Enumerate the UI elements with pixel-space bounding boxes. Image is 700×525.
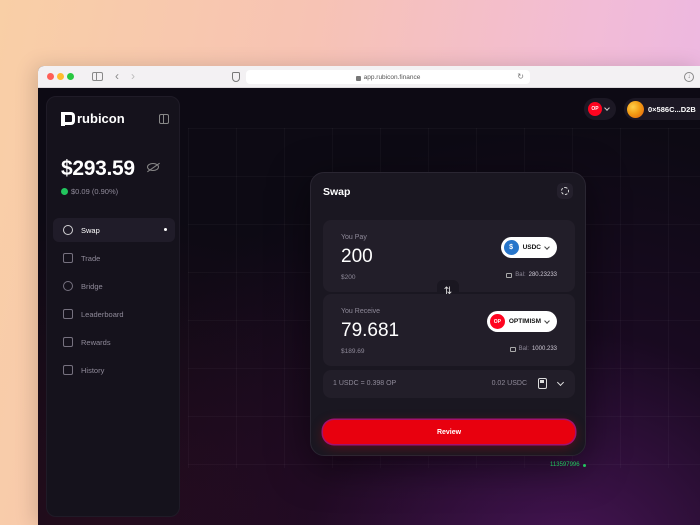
usdc-token-icon xyxy=(503,240,519,255)
chevron-down-icon[interactable] xyxy=(556,378,565,387)
swap-card: Swap You Pay 200 $200 USDC Bal: 280.2323… xyxy=(310,172,586,456)
sidebar-item-label: Rewards xyxy=(81,337,111,347)
browser-window: ‹ › app.rubicon.finance ↻ ↓ rubicon $293… xyxy=(38,66,700,525)
chevron-down-icon xyxy=(544,317,550,324)
pay-token-selector[interactable]: USDC xyxy=(500,237,557,258)
trade-icon xyxy=(63,253,73,263)
review-button[interactable]: Review xyxy=(323,420,575,444)
privacy-shield-icon[interactable] xyxy=(232,72,240,82)
maximize-window-button[interactable] xyxy=(67,73,74,80)
sidebar-item-leaderboard[interactable]: Leaderboard xyxy=(53,302,175,326)
receive-amount-input[interactable]: 79.681 xyxy=(341,320,399,342)
balance-change-value: $0.09 (0.90%) xyxy=(71,187,119,196)
collapse-sidebar-icon[interactable] xyxy=(159,114,169,124)
url-text: app.rubicon.finance xyxy=(363,73,421,81)
receive-token-selector[interactable]: OP OPTIMISM xyxy=(486,311,557,332)
wallet-avatar xyxy=(627,100,644,118)
gas-pump-icon xyxy=(538,378,547,389)
address-bar[interactable]: app.rubicon.finance ↻ xyxy=(246,70,530,84)
pay-token-symbol: USDC xyxy=(522,244,541,251)
active-indicator xyxy=(164,228,167,231)
receive-label: You Receive xyxy=(341,308,381,315)
block-number: 113597996 xyxy=(550,462,580,468)
receive-panel: You Receive 79.681 $189.69 OP OPTIMISM B… xyxy=(323,294,575,366)
hide-balance-icon[interactable] xyxy=(147,163,159,171)
wallet-icon xyxy=(506,272,513,278)
sidebar-item-label: Bridge xyxy=(81,281,103,291)
sidebar: rubicon $293.59 $0.09 (0.90%) Swap Trade xyxy=(46,96,180,517)
portfolio-balance: $293.59 xyxy=(61,157,135,180)
balance-label: Bal: xyxy=(515,272,526,278)
header-actions: OP 0×586C...D2B xyxy=(584,98,700,120)
browser-toolbar: ‹ › app.rubicon.finance ↻ ↓ xyxy=(38,66,700,88)
receive-usd-value: $189.69 xyxy=(341,348,365,355)
history-icon xyxy=(63,365,73,375)
exchange-rate: 1 USDC = 0.398 OP xyxy=(333,380,397,387)
wallet-button[interactable]: 0×586C...D2B xyxy=(624,98,700,120)
swap-icon xyxy=(63,225,73,235)
gear-icon xyxy=(561,187,569,195)
sidebar-item-swap[interactable]: Swap xyxy=(53,218,175,242)
arrow-up-icon xyxy=(61,188,68,195)
gas-fee: 0.02 USDC xyxy=(491,380,527,387)
sidebar-item-bridge[interactable]: Bridge xyxy=(53,274,175,298)
sidebar-item-label: History xyxy=(81,365,105,375)
live-status-icon xyxy=(582,463,586,467)
receive-token-symbol: OPTIMISM xyxy=(508,318,541,325)
optimism-token-icon: OP xyxy=(489,314,505,329)
rubicon-logo-icon xyxy=(61,111,75,126)
chevron-down-icon xyxy=(604,105,610,111)
reload-icon[interactable]: ↻ xyxy=(517,72,524,81)
sidebar-item-label: Trade xyxy=(81,253,101,263)
optimism-network-icon: OP xyxy=(588,102,602,116)
rate-details-row[interactable]: 1 USDC = 0.398 OP 0.02 USDC xyxy=(323,370,575,398)
sidebar-toggle-icon[interactable] xyxy=(92,72,103,81)
pay-usd-value: $200 xyxy=(341,274,356,281)
sidebar-item-trade[interactable]: Trade xyxy=(53,246,175,270)
sidebar-menu: Swap Trade Bridge Leaderboard Rewards Hi… xyxy=(53,218,175,386)
back-arrow-icon[interactable]: ‹ xyxy=(115,69,119,83)
leaderboard-icon xyxy=(63,309,73,319)
forward-arrow-icon[interactable]: › xyxy=(131,69,135,83)
wallet-address: 0×586C...D2B xyxy=(648,104,696,114)
logo-text: rubicon xyxy=(77,111,125,126)
app-viewport: rubicon $293.59 $0.09 (0.90%) Swap Trade xyxy=(38,88,700,525)
pay-balance-value: 280.23233 xyxy=(528,272,557,278)
chevron-down-icon xyxy=(544,243,550,250)
lock-icon xyxy=(355,75,361,81)
receive-balance[interactable]: Bal: 1000.233 xyxy=(509,346,557,352)
pay-label: You Pay xyxy=(341,234,367,241)
block-status: 113597996 xyxy=(550,462,586,468)
network-selector[interactable]: OP xyxy=(584,98,616,120)
rubicon-logo[interactable]: rubicon xyxy=(61,111,125,126)
swap-title: Swap xyxy=(323,186,351,198)
bridge-icon xyxy=(63,281,73,291)
balance-label: Bal: xyxy=(518,346,529,352)
sidebar-item-history[interactable]: History xyxy=(53,358,175,382)
wallet-icon xyxy=(509,346,516,352)
download-icon[interactable]: ↓ xyxy=(684,72,694,82)
balance-change: $0.09 (0.90%) xyxy=(61,187,118,196)
pay-amount-input[interactable]: 200 xyxy=(341,246,373,268)
close-window-button[interactable] xyxy=(47,73,54,80)
receive-balance-value: 1000.233 xyxy=(531,346,557,352)
sidebar-item-label: Leaderboard xyxy=(81,309,124,319)
settings-button[interactable] xyxy=(557,183,573,199)
minimize-window-button[interactable] xyxy=(57,73,64,80)
sidebar-item-label: Swap xyxy=(81,225,100,235)
rewards-icon xyxy=(63,337,73,347)
pay-balance[interactable]: Bal: 280.23233 xyxy=(506,272,557,278)
sidebar-item-rewards[interactable]: Rewards xyxy=(53,330,175,354)
